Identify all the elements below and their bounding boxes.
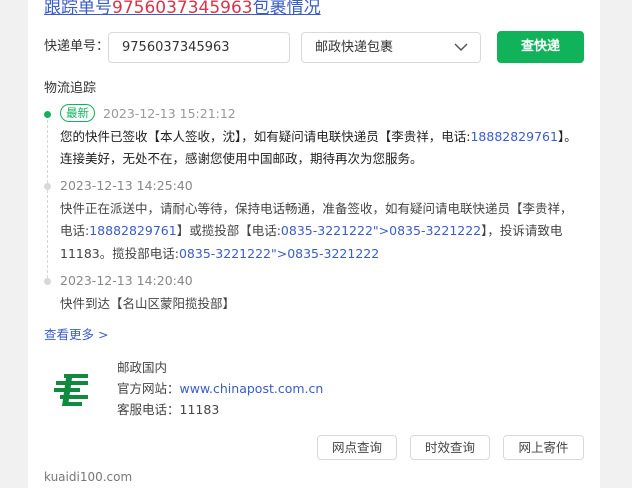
event-time: 2023-12-13 14:25:40 bbox=[60, 178, 193, 193]
event-time: 2023-12-13 15:21:12 bbox=[103, 106, 236, 121]
time-query-button[interactable]: 时效查询 bbox=[410, 435, 490, 460]
china-post-logo-icon bbox=[54, 374, 88, 406]
timeline-dot bbox=[44, 278, 51, 285]
event-time: 2023-12-13 14:20:40 bbox=[60, 273, 193, 288]
timeline-line bbox=[47, 120, 48, 278]
event-description: 您的快件已签收【本人签收，沈】，如有疑问请电联快递员【李贵祥，电话:188828… bbox=[60, 128, 577, 167]
phone-link[interactable]: 0835-3221222">0835-3221222 bbox=[281, 223, 481, 238]
timeline-dot bbox=[44, 183, 51, 190]
carrier-select[interactable]: 邮政快递包裹 bbox=[301, 32, 481, 63]
event-description: 快件正在派送中，请耐心等待，保持电话畅通，准备签收，如有疑问请电联快递员【李贵祥… bbox=[60, 200, 573, 261]
title-tracking-number: 9756037345963 bbox=[112, 0, 253, 18]
timeline-event: 最新 2023-12-13 15:21:12 您的快件已签收【本人签收，沈】，如有… bbox=[60, 103, 582, 171]
query-button[interactable]: 查快递 bbox=[497, 31, 584, 63]
timeline-dot-active bbox=[44, 111, 51, 118]
online-send-button[interactable]: 网上寄件 bbox=[503, 435, 584, 460]
timeline-event: 2023-12-13 14:25:40 快件正在派送中，请耐心等待，保持电话畅通… bbox=[60, 175, 582, 265]
company-name: 邮政国内 bbox=[117, 360, 168, 375]
service-phone: 11183 bbox=[179, 402, 220, 417]
event-description: 快件到达【名山区蒙阳揽投部】 bbox=[60, 295, 236, 311]
phone-link[interactable]: 0835-3221222">0835-3221222 bbox=[179, 246, 379, 261]
title-suffix: 包裹情况 bbox=[252, 0, 321, 18]
outlet-query-button[interactable]: 网点查询 bbox=[317, 435, 397, 460]
view-more-link[interactable]: 查看更多 > bbox=[44, 324, 108, 343]
company-phone: 客服电话：11183 bbox=[117, 402, 220, 417]
phone-link[interactable]: 18882829761 bbox=[89, 223, 176, 238]
title-prefix: 跟踪单号 bbox=[44, 0, 112, 18]
latest-badge: 最新 bbox=[60, 104, 95, 122]
footer-site: kuaidi100.com bbox=[44, 470, 133, 484]
chevron-down-icon bbox=[454, 43, 468, 52]
timeline-event: 2023-12-13 14:20:40 快件到达【名山区蒙阳揽投部】 bbox=[60, 270, 582, 315]
company-website: 官方网站：www.chinapost.com.cn bbox=[117, 381, 324, 396]
website-link[interactable]: www.chinapost.com.cn bbox=[180, 381, 324, 396]
page-title[interactable]: 跟踪单号9756037345963包裹情况 bbox=[44, 0, 321, 20]
tracking-number-label: 快递单号： bbox=[44, 39, 110, 54]
tracking-number-input[interactable]: 9756037345963 bbox=[108, 32, 290, 63]
phone-link[interactable]: 18882829761 bbox=[470, 129, 557, 144]
carrier-select-value: 邮政快递包裹 bbox=[315, 40, 394, 55]
section-title: 物流追踪 bbox=[44, 81, 97, 96]
